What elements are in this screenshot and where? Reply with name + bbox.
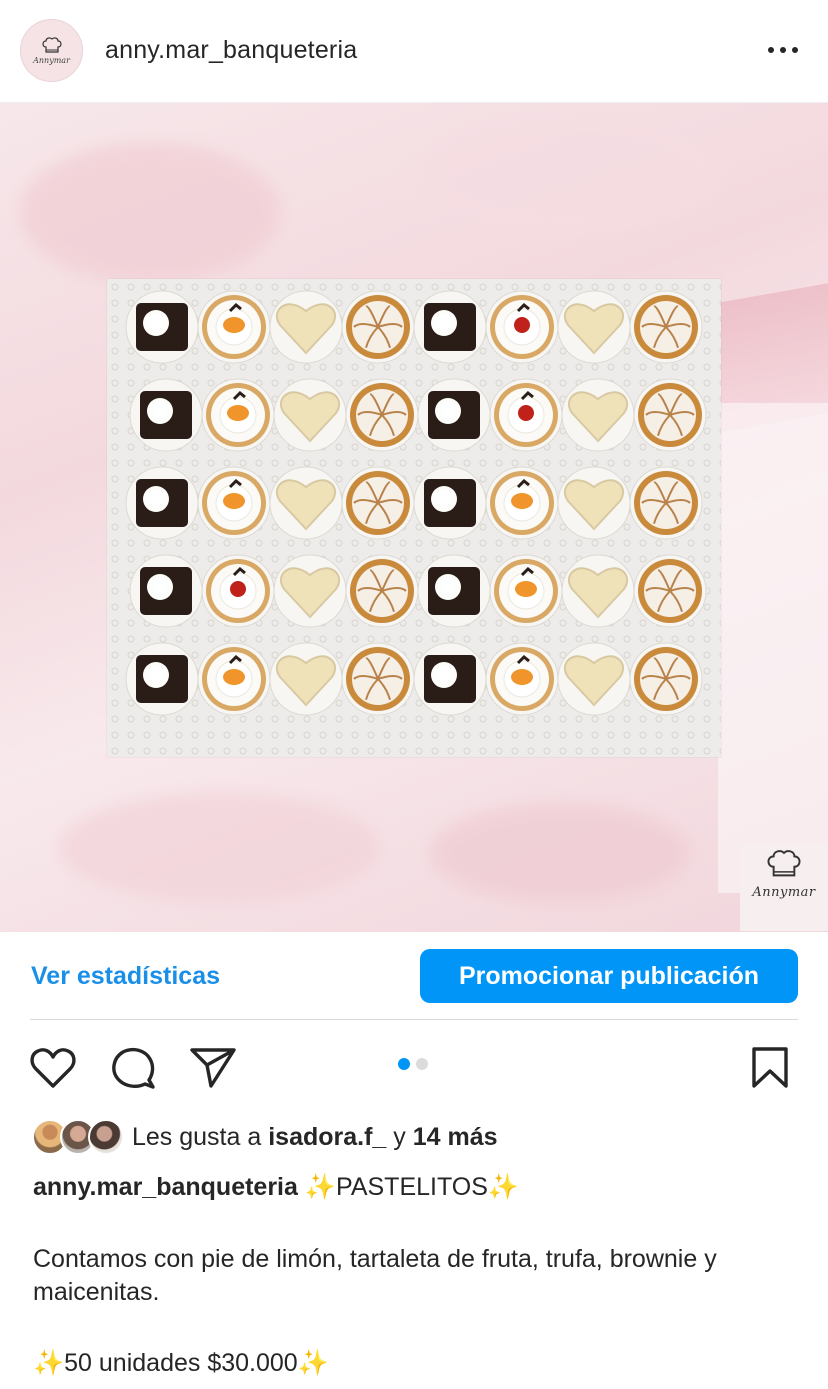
sparkles-emoji: ✨ xyxy=(33,1349,65,1377)
pastry-heart xyxy=(557,290,631,364)
avatar-logo-text: Annymar xyxy=(33,55,70,65)
caption-offer: 50 unidades $30.000 xyxy=(64,1349,298,1377)
post-image[interactable]: Annymar xyxy=(0,103,828,932)
pastry-tart-orange xyxy=(197,642,271,716)
pastry-brownie xyxy=(413,642,487,716)
likes-text: Les gusta a isadora.f_ y 14 más xyxy=(132,1123,498,1152)
paper-plane-icon[interactable] xyxy=(189,1046,237,1090)
post-header: Annymar anny.mar_banqueteria xyxy=(0,0,828,103)
liker-username[interactable]: isadora.f_ xyxy=(268,1123,386,1151)
pastry-brownie xyxy=(125,642,199,716)
pastry-heart xyxy=(557,642,631,716)
caption-title-line: anny.mar_banqueteria ✨PASTELITOS✨ xyxy=(33,1171,803,1204)
carousel-indicator xyxy=(398,1058,428,1070)
pastry-tart-cherry xyxy=(485,290,559,364)
pastry-tart-orange xyxy=(485,466,559,540)
likes-others-count[interactable]: 14 más xyxy=(413,1123,498,1151)
caption-username[interactable]: anny.mar_banqueteria xyxy=(33,1173,298,1201)
liker-avatars xyxy=(32,1119,124,1155)
header-username[interactable]: anny.mar_banqueteria xyxy=(105,36,357,65)
pastry-brownie xyxy=(417,378,491,452)
pastry-meringue xyxy=(341,290,415,364)
pastry-heart xyxy=(273,554,347,628)
pastry-heart xyxy=(273,378,347,452)
divider xyxy=(30,1019,798,1020)
sparkles-emoji: ✨ xyxy=(297,1349,329,1377)
pastry-heart xyxy=(269,466,343,540)
pastry-tart-orange xyxy=(489,554,563,628)
pastries-tray-illustration xyxy=(107,279,721,757)
pastry-meringue xyxy=(345,378,419,452)
pastry-tart-orange xyxy=(485,642,559,716)
pastry-tart-orange xyxy=(197,466,271,540)
pastry-brownie xyxy=(129,554,203,628)
pastries-photo xyxy=(107,279,721,757)
pastry-meringue xyxy=(629,642,703,716)
pastry-brownie xyxy=(413,290,487,364)
promote-post-button[interactable]: Promocionar publicación xyxy=(420,949,798,1003)
profile-avatar[interactable]: Annymar xyxy=(20,19,83,82)
carousel-dot xyxy=(416,1058,428,1070)
likes-connector: y xyxy=(386,1122,413,1151)
caption-title: PASTELITOS xyxy=(336,1173,488,1201)
pastry-tart-cherry xyxy=(201,554,275,628)
pastry-heart xyxy=(557,466,631,540)
avatar xyxy=(88,1119,124,1155)
pastry-heart xyxy=(269,642,343,716)
pastry-meringue xyxy=(633,378,707,452)
pastry-meringue xyxy=(345,554,419,628)
likes-prefix: Les gusta a xyxy=(132,1122,269,1151)
pastry-meringue xyxy=(629,466,703,540)
sparkles-emoji: ✨ xyxy=(487,1173,520,1201)
background-panel xyxy=(718,403,828,893)
pastry-brownie xyxy=(125,290,199,364)
pastry-meringue xyxy=(341,466,415,540)
pastry-meringue xyxy=(341,642,415,716)
bookmark-icon[interactable] xyxy=(748,1046,792,1090)
watermark-text: Annymar xyxy=(752,885,816,900)
sparkles-emoji: ✨ xyxy=(304,1173,336,1201)
pastry-tart-orange xyxy=(197,290,271,364)
chef-hat-icon xyxy=(767,850,801,877)
pastry-brownie xyxy=(413,466,487,540)
pastry-meringue xyxy=(629,290,703,364)
likes-summary[interactable]: Les gusta a isadora.f_ y 14 más xyxy=(32,1118,498,1156)
pastry-tart-cherry xyxy=(489,378,563,452)
pastry-brownie xyxy=(417,554,491,628)
caption-body: Contamos con pie de limón, tartaleta de … xyxy=(33,1245,717,1306)
pastry-brownie xyxy=(125,466,199,540)
pastry-brownie xyxy=(129,378,203,452)
view-insights-link[interactable]: Ver estadísticas xyxy=(31,962,220,991)
chef-hat-icon xyxy=(41,36,62,53)
pastry-heart xyxy=(561,378,635,452)
heart-icon[interactable] xyxy=(29,1046,77,1090)
pastry-heart xyxy=(561,554,635,628)
caption-offer-line: ✨50 unidades $30.000✨ xyxy=(33,1347,803,1380)
pastry-tart-orange xyxy=(201,378,275,452)
brand-watermark: Annymar xyxy=(740,843,828,931)
more-options-icon[interactable] xyxy=(768,40,798,60)
pastry-meringue xyxy=(633,554,707,628)
comment-icon[interactable] xyxy=(109,1046,157,1090)
pastry-heart xyxy=(269,290,343,364)
carousel-dot-active xyxy=(398,1058,410,1070)
